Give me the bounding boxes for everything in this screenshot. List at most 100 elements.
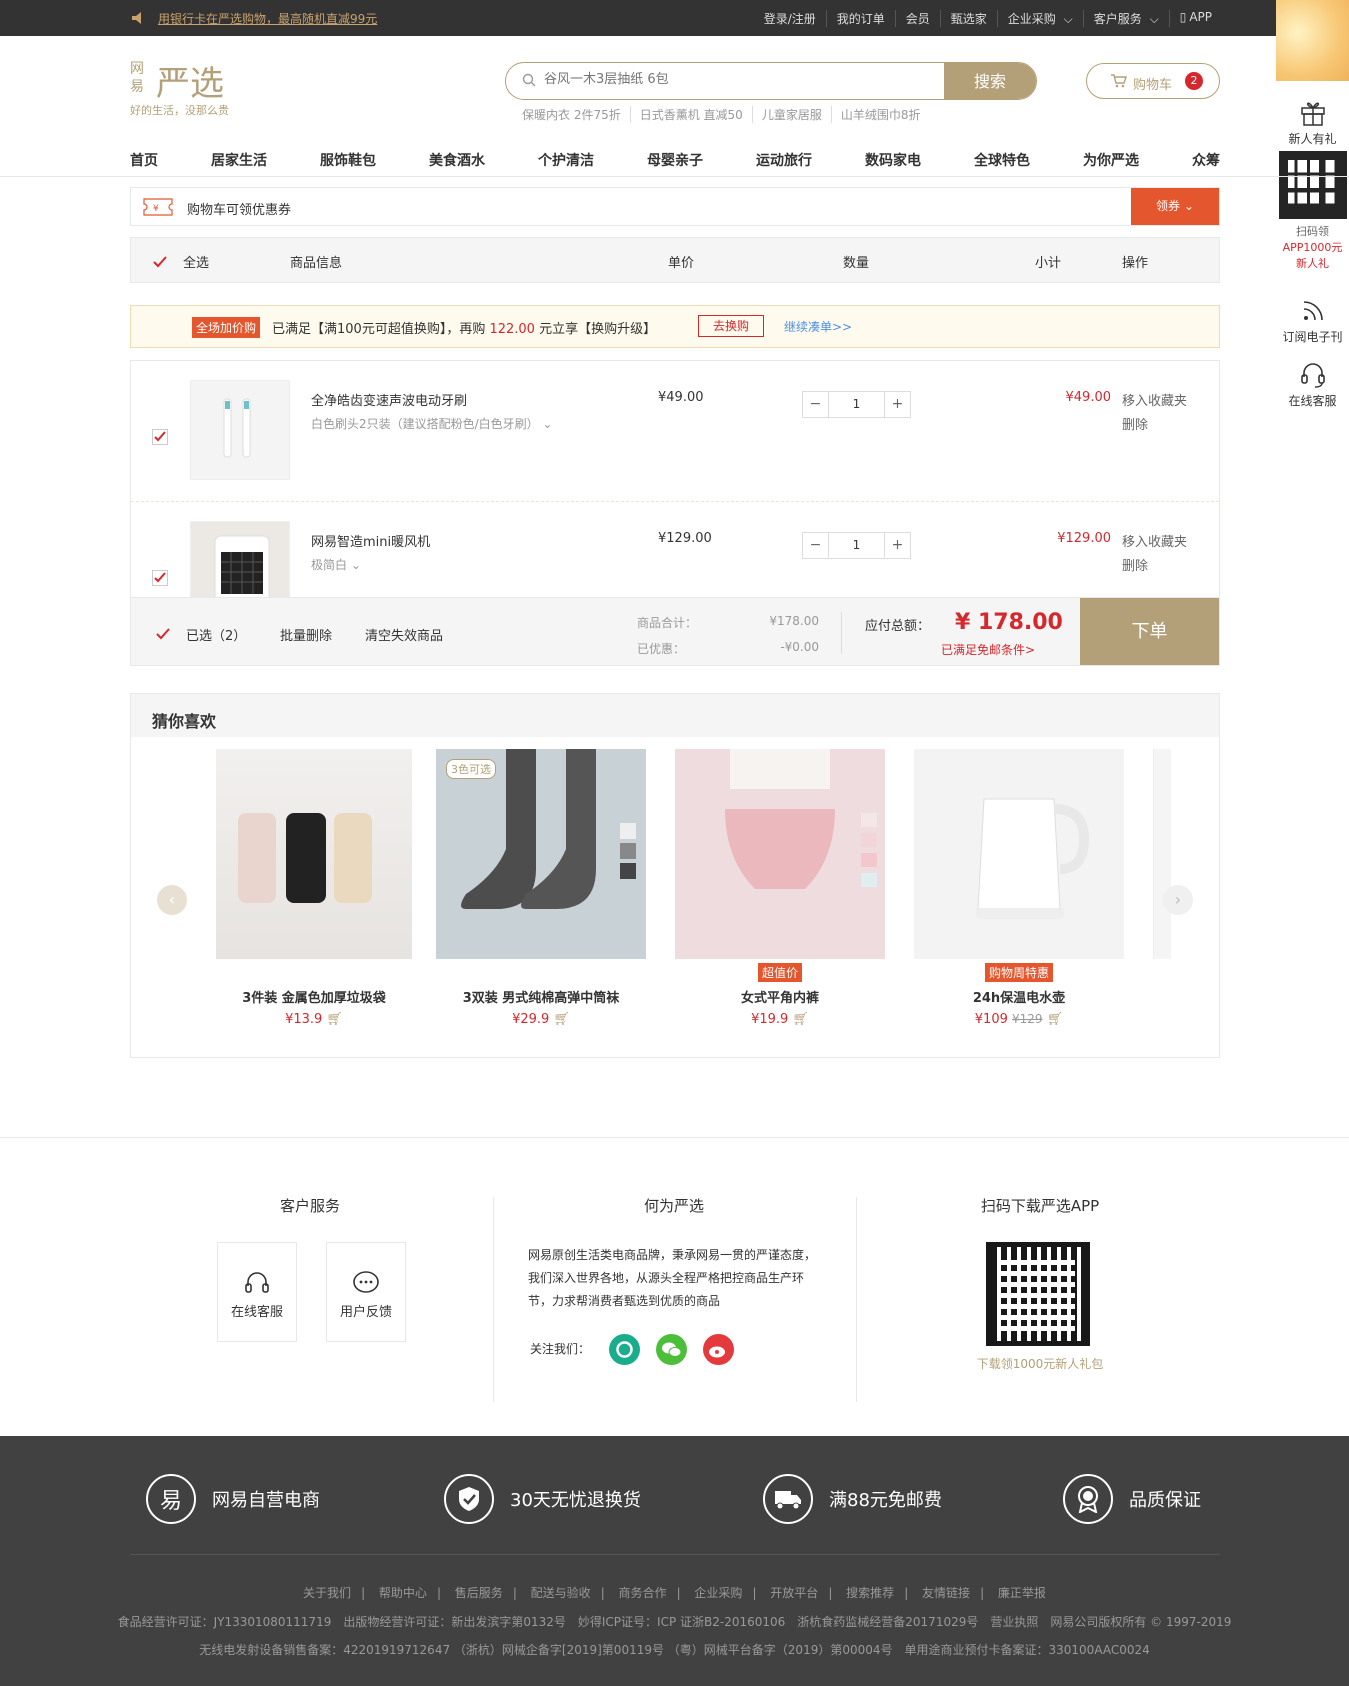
decrease-button[interactable]: − [803,392,829,417]
decrease-button[interactable]: − [803,533,829,558]
nav-item-digital[interactable]: 数码家电 [865,150,921,170]
product-image[interactable] [216,749,412,959]
app-qr-block[interactable]: 扫码领 APP1000元 新人礼 [1276,151,1349,271]
footer-app-column: 扫码下载严选APP [960,1195,1120,1216]
cart-button[interactable]: 购物车 2 [1086,63,1220,99]
feedback-box[interactable]: 用户反馈 [326,1242,406,1342]
product-image[interactable] [675,749,885,959]
about-title: 何为严选 [643,1197,704,1215]
nav-item-food[interactable]: 美食酒水 [429,150,485,170]
place-order-button[interactable]: 下单 [1080,598,1219,665]
bank-promo-link[interactable]: 用银行卡在严选购物，最高随机直减99元 [158,10,377,27]
footer-link[interactable]: 廉正举报 [988,1586,1056,1600]
online-service-box[interactable]: 在线客服 [217,1242,297,1342]
customer-service-link[interactable]: 客户服务 ⌵ [1082,10,1169,27]
online-service[interactable]: 在线客服 [1276,359,1349,409]
recommend-card[interactable]: 超值价 女式平角内裤 ¥19.9 🛒︎ [675,749,885,1027]
nav-item-care[interactable]: 个护清洁 [538,150,594,170]
nav-item-home[interactable]: 首页 [130,150,158,170]
subscribe-ezine[interactable]: 订阅电子刊 [1276,297,1349,345]
footer-link[interactable]: 商务合作 [609,1586,677,1600]
summary-divider [841,612,842,654]
nav-item-for-you[interactable]: 为你严选 [1083,150,1139,170]
footer-link[interactable]: 开放平台 [760,1586,828,1600]
increase-button[interactable]: + [884,392,910,417]
delete-link[interactable]: 删除 [1122,414,1187,438]
batch-delete-button[interactable]: 批量删除 [280,625,332,644]
delete-link[interactable]: 删除 [1122,555,1187,579]
clear-invalid-button[interactable]: 清空失效商品 [365,625,443,644]
product-name[interactable]: 全净皓齿变速声波电动牙刷 [311,390,467,409]
product-spec[interactable]: 极简白 ⌄ [311,556,361,573]
select-all-checkbox[interactable] [155,626,171,642]
hotword-link[interactable]: 儿童家居服 [751,106,831,123]
item-checkbox[interactable] [152,429,168,445]
curator-link[interactable]: 甄选家 [939,10,997,27]
quantity-value[interactable]: 1 [829,533,884,558]
add-cart-icon[interactable]: 🛒︎ [1047,1012,1064,1027]
my-orders-link[interactable]: 我的订单 [825,10,895,27]
recommend-card[interactable]: 3色可选 3双装 男式纯棉高弹中筒袜 ¥29.9 🛒︎ [436,749,646,1027]
footer-link[interactable]: 帮助中心 [369,1586,437,1600]
footer-link[interactable]: 搜索推荐 [836,1586,904,1600]
increase-button[interactable]: + [884,533,910,558]
sidebar-banner[interactable] [1276,0,1349,81]
add-cart-icon[interactable]: 🛒︎ [326,1012,343,1027]
carousel-prev-button[interactable]: ‹ [157,885,187,915]
nav-item-baby[interactable]: 母婴亲子 [647,150,703,170]
new-user-gift[interactable]: 新人有礼 [1276,97,1349,147]
move-to-favorites-link[interactable]: 移入收藏夹 [1122,390,1187,414]
item-checkbox[interactable] [152,570,168,586]
search-button[interactable]: 搜索 [944,63,1036,99]
move-to-favorites-link[interactable]: 移入收藏夹 [1122,531,1187,555]
product-name[interactable]: 网易智造mini暖风机 [311,531,430,550]
quantity-value[interactable]: 1 [829,392,884,417]
carousel-next-button[interactable]: › [1163,885,1193,915]
product-image[interactable]: 3色可选 [436,749,646,959]
cart-label: 购物车 [1133,78,1173,93]
weibo-icon[interactable] [703,1334,734,1365]
recommendation-title: 猜你喜欢 [131,694,1219,737]
footer-link[interactable]: 企业采购 [684,1586,752,1600]
hotword-link[interactable]: 保暖内衣 2件75折 [522,106,630,123]
feature-return: 30天无忧退换货 [444,1474,641,1524]
continue-shopping-link[interactable]: 继续凑单>> [784,318,852,335]
headset-icon [1298,363,1328,392]
col-operation: 操作 [1122,256,1149,271]
member-link[interactable]: 会员 [894,10,940,27]
product-spec[interactable]: 白色刷头2只装（建议搭配粉色/白色牙刷） ⌄ [311,415,553,432]
hotword-link[interactable]: 日式香薰机 直减50 [629,106,752,123]
search-input[interactable] [542,71,942,88]
footer-link[interactable]: 售后服务 [445,1586,513,1600]
footer-link[interactable]: 友情链接 [912,1586,980,1600]
nav-item-home-living[interactable]: 居家生活 [211,150,267,170]
feedback-label: 用户反馈 [339,1305,392,1320]
footer-col-divider [856,1197,857,1402]
product-image[interactable] [914,749,1124,959]
add-cart-icon[interactable]: 🛒︎ [553,1012,570,1027]
unit-price: ¥49.00 [658,390,704,405]
hotword-link[interactable]: 山羊绒围巾8折 [830,106,930,123]
yixin-icon[interactable] [609,1334,640,1365]
login-link[interactable]: 登录/注册 [754,10,826,27]
nav-item-global[interactable]: 全球特色 [974,150,1030,170]
claim-coupon-button[interactable]: 领券 ⌄ [1131,188,1219,225]
feature-quality: 品质保证 [1063,1474,1201,1524]
footer-link[interactable]: 关于我们 [293,1586,361,1600]
nav-item-crowdfunding[interactable]: 众筹 [1192,150,1220,170]
select-all-checkbox[interactable] [152,254,168,270]
add-cart-icon[interactable]: 🛒︎ [792,1012,809,1027]
go-swap-button[interactable]: 去换购 [698,315,764,337]
product-thumbnail[interactable] [190,521,290,597]
footer-link[interactable]: 配送与验收 [521,1586,601,1600]
free-shipping-link[interactable]: 已满足免邮条件> [941,641,1035,658]
recommend-card[interactable]: 购物周特惠 24h保温电水壶 ¥109 ¥129 🛒︎ [914,749,1124,1027]
nav-item-apparel[interactable]: 服饰鞋包 [320,150,376,170]
truck-icon [763,1474,813,1524]
recommend-card[interactable]: 3件装 金属色加厚垃圾袋 ¥13.9 🛒︎ [209,749,419,1027]
app-link[interactable]: ▯ APP [1168,10,1222,27]
wechat-icon[interactable] [656,1334,687,1365]
product-thumbnail[interactable] [190,380,290,480]
nav-item-sports[interactable]: 运动旅行 [756,150,812,170]
enterprise-link[interactable]: 企业采购 ⌵ [996,10,1083,27]
